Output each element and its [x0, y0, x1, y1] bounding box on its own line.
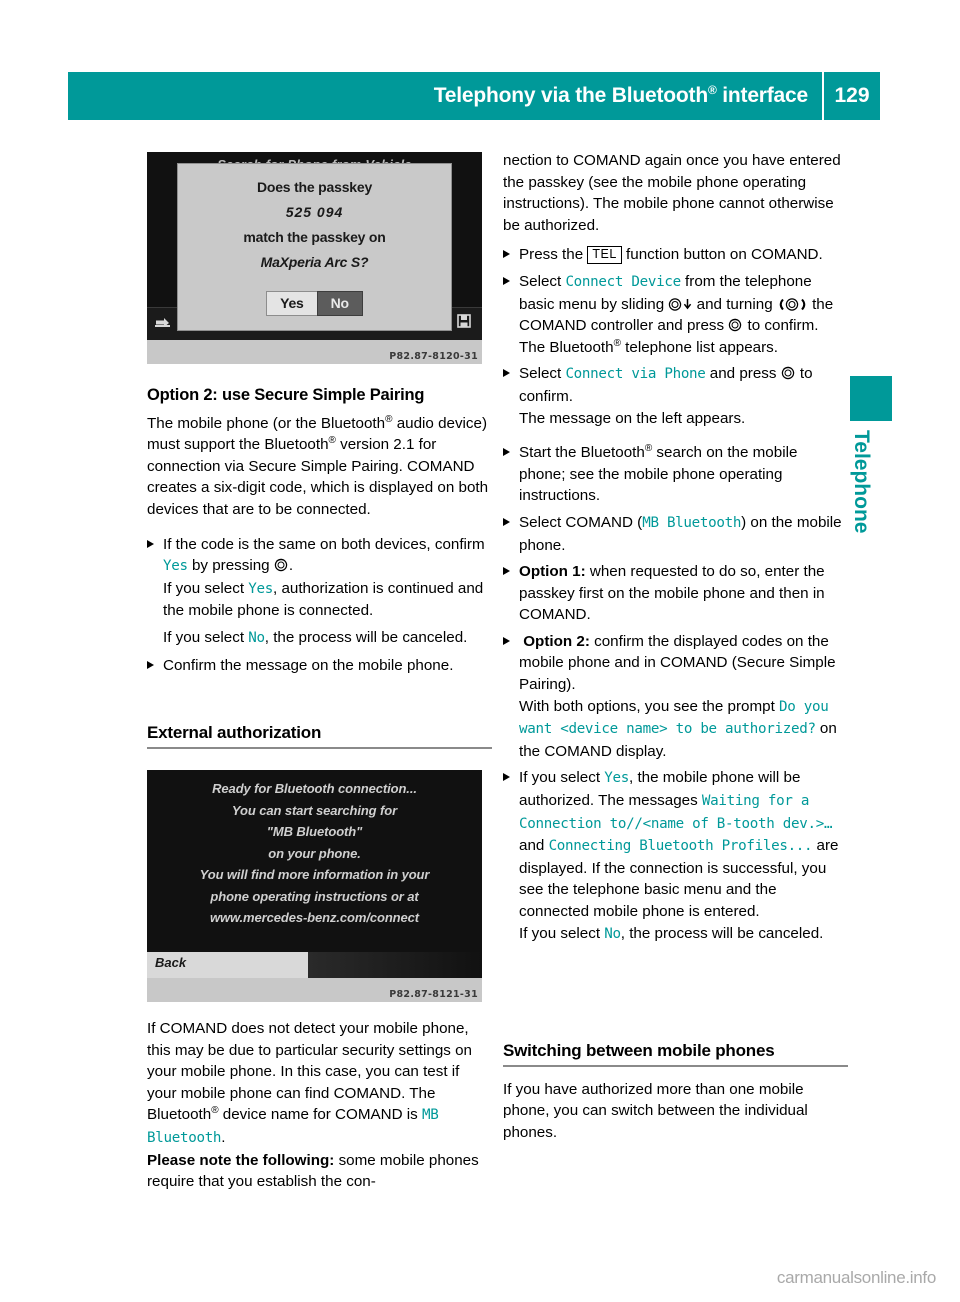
screen2-message: Ready for Bluetooth connection... You ca…	[147, 778, 482, 929]
section-rule	[503, 1064, 848, 1067]
comand-press-icon	[781, 366, 796, 380]
paragraph-please-note: Please note the following: some mobile p…	[147, 1151, 479, 1191]
comand-slide-icon	[668, 297, 683, 311]
site-watermark: carmanualsonline.info	[776, 1268, 936, 1287]
screen2-bottom-bar: Back	[147, 952, 482, 978]
screen2-line-1: Ready for Bluetooth connection...	[212, 781, 417, 796]
page-header-title: Telephony via the Bluetooth® interface	[434, 84, 822, 108]
list-item-confirm-message: Confirm the message on the mobile phone.	[147, 655, 492, 677]
figure-reference-code-1: P82.87-8120-31	[389, 351, 478, 362]
right-column: nection to COMAND again once you have en…	[503, 150, 848, 950]
heading-switching-phones: Switching between mobile phones	[503, 1041, 775, 1060]
paragraph-comand-not-detected: If COMAND does not detect your mobile ph…	[147, 1020, 473, 1146]
list-item-select-yes: If you select Yes, the mobile phone will…	[503, 767, 848, 945]
figure-reference-code-2: P82.87-8121-31	[389, 989, 478, 1000]
bullet-triangle-icon	[503, 567, 510, 576]
comand-turn-left-icon	[777, 298, 785, 311]
section-rule	[147, 746, 492, 749]
option-1-label: Option 1:	[519, 563, 586, 581]
inline-mb-bluetooth-2: MB Bluetooth	[642, 514, 742, 531]
left-column-part-2: If COMAND does not detect your mobile ph…	[147, 1018, 492, 1193]
comand-turn-right-icon	[800, 298, 808, 311]
screen2-line-7: www.mercedes-benz.com/connect	[209, 910, 419, 925]
dialog-yes-button[interactable]: Yes	[266, 291, 317, 316]
tel-function-button-key[interactable]: TEL	[587, 246, 622, 265]
left-column-section-external: External authorization	[147, 722, 492, 761]
sub-prompt-authorized: With both options, you see the prompt Do…	[519, 697, 837, 760]
passkey-confirm-dialog: Does the passkey 525 094 match the passk…	[178, 164, 451, 330]
paragraph-secure-simple-pairing: The mobile phone (or the Bluetooth® audi…	[147, 413, 489, 518]
heading-external-authorization: External authorization	[147, 723, 322, 742]
section-tab-marker	[850, 376, 892, 421]
left-column-part-1: Option 2: use Secure Simple Pairing The …	[147, 385, 492, 681]
dialog-line-2: match the passkey on	[243, 229, 386, 245]
bullet-triangle-icon	[503, 369, 510, 378]
inline-connecting-profiles: Connecting Bluetooth Profiles...	[548, 838, 813, 855]
sub-select-no: If you select No, the process will be ca…	[519, 924, 824, 942]
right-column-section-switching: Switching between mobile phones If you h…	[503, 1040, 848, 1143]
save-disk-icon	[456, 313, 476, 329]
inline-no-2: No	[604, 925, 621, 942]
sub-no-cancels: If you select No, the process will be ca…	[163, 628, 468, 646]
back-arrow-icon	[153, 313, 173, 329]
header-title-main: Telephony via the Bluetooth	[433, 84, 708, 107]
bullet-triangle-icon	[503, 773, 510, 782]
header-title-tail: interface	[716, 84, 808, 107]
comand-press-icon	[274, 558, 289, 572]
paragraph-switching: If you have authorized more than one mob…	[503, 1080, 808, 1141]
list-item-connect-via-phone: Select Connect via Phone and press to co…	[503, 363, 848, 429]
screen2-line-5: You will find more information in your	[199, 867, 430, 882]
screen2-back-button[interactable]: Back	[155, 955, 186, 970]
list-item-select-comand: Select COMAND (MB Bluetooth) on the mobi…	[503, 512, 848, 556]
sub-message-on-left: The message on the left appears.	[519, 409, 746, 427]
sub-bt-list-appears: The Bluetooth® telephone list appears.	[519, 337, 778, 356]
comand-press-icon	[728, 318, 743, 332]
comand-screenshot-ready: Ready for Bluetooth connection... You ca…	[147, 770, 482, 1002]
dialog-no-button[interactable]: No	[316, 291, 363, 316]
please-note-label: Please note the following:	[147, 1151, 335, 1169]
bullet-triangle-icon	[147, 539, 154, 548]
list-item-select-connect-device: Select Connect Device from the telephone…	[503, 271, 848, 358]
bullet-triangle-icon	[503, 517, 510, 526]
bullet-triangle-icon	[503, 250, 510, 259]
page-number: 129	[834, 84, 870, 107]
inline-no-1: No	[248, 629, 265, 646]
dialog-passkey-code: 525 094	[285, 204, 344, 220]
registered-mark: ®	[707, 83, 717, 97]
screen2-line-2: You can start searching for	[231, 802, 398, 818]
list-item-press-tel: Press the TEL function button on COMAND.	[503, 244, 848, 266]
list-item-start-bt-search: Start the Bluetooth® search on the mobil…	[503, 442, 848, 507]
section-tab-label: Telephone	[850, 430, 873, 534]
comand-screen-2: Ready for Bluetooth connection... You ca…	[147, 770, 482, 978]
page-header-bar: Telephony via the Bluetooth® interface 1…	[68, 72, 880, 120]
paragraph-nection-continued: nection to COMAND again once you have en…	[503, 152, 841, 234]
sub-yes-continues: If you select Yes, authorization is cont…	[163, 579, 484, 620]
list-item-option-2: Option 2: confirm the displayed codes on…	[503, 631, 848, 763]
dialog-line-1: Does the passkey	[256, 179, 373, 195]
heading-option-2: Option 2: use Secure Simple Pairing	[147, 386, 425, 404]
bullet-triangle-icon	[503, 636, 510, 645]
comand-screenshot-passkey: Search for Phone from Vehicle ■ MaXperia…	[147, 152, 482, 364]
bullet-triangle-icon	[147, 660, 154, 669]
option-2-label: Option 2:	[523, 632, 590, 650]
screen2-line-6: phone operating instructions or at	[210, 888, 419, 904]
bullet-triangle-icon	[503, 276, 510, 285]
bullet-triangle-icon	[503, 448, 510, 457]
inline-connect-via-phone: Connect via Phone	[565, 366, 706, 383]
screen2-line-4: on your phone.	[268, 845, 361, 861]
list-item-code-same: If the code is the same on both devices,…	[147, 534, 492, 650]
dialog-device-name: MaXperia Arc S?	[260, 254, 369, 270]
inline-yes-1: Yes	[163, 558, 188, 575]
dialog-button-row: Yes No	[178, 291, 451, 316]
inline-yes-3: Yes	[604, 770, 629, 787]
screen2-line-3: "MB Bluetooth"	[266, 824, 363, 839]
inline-connect-device: Connect Device	[565, 273, 681, 290]
comand-dial-icon	[785, 297, 800, 311]
inline-yes-2: Yes	[248, 580, 273, 597]
list-item-option-1: Option 1: when requested to do so, enter…	[503, 561, 848, 626]
